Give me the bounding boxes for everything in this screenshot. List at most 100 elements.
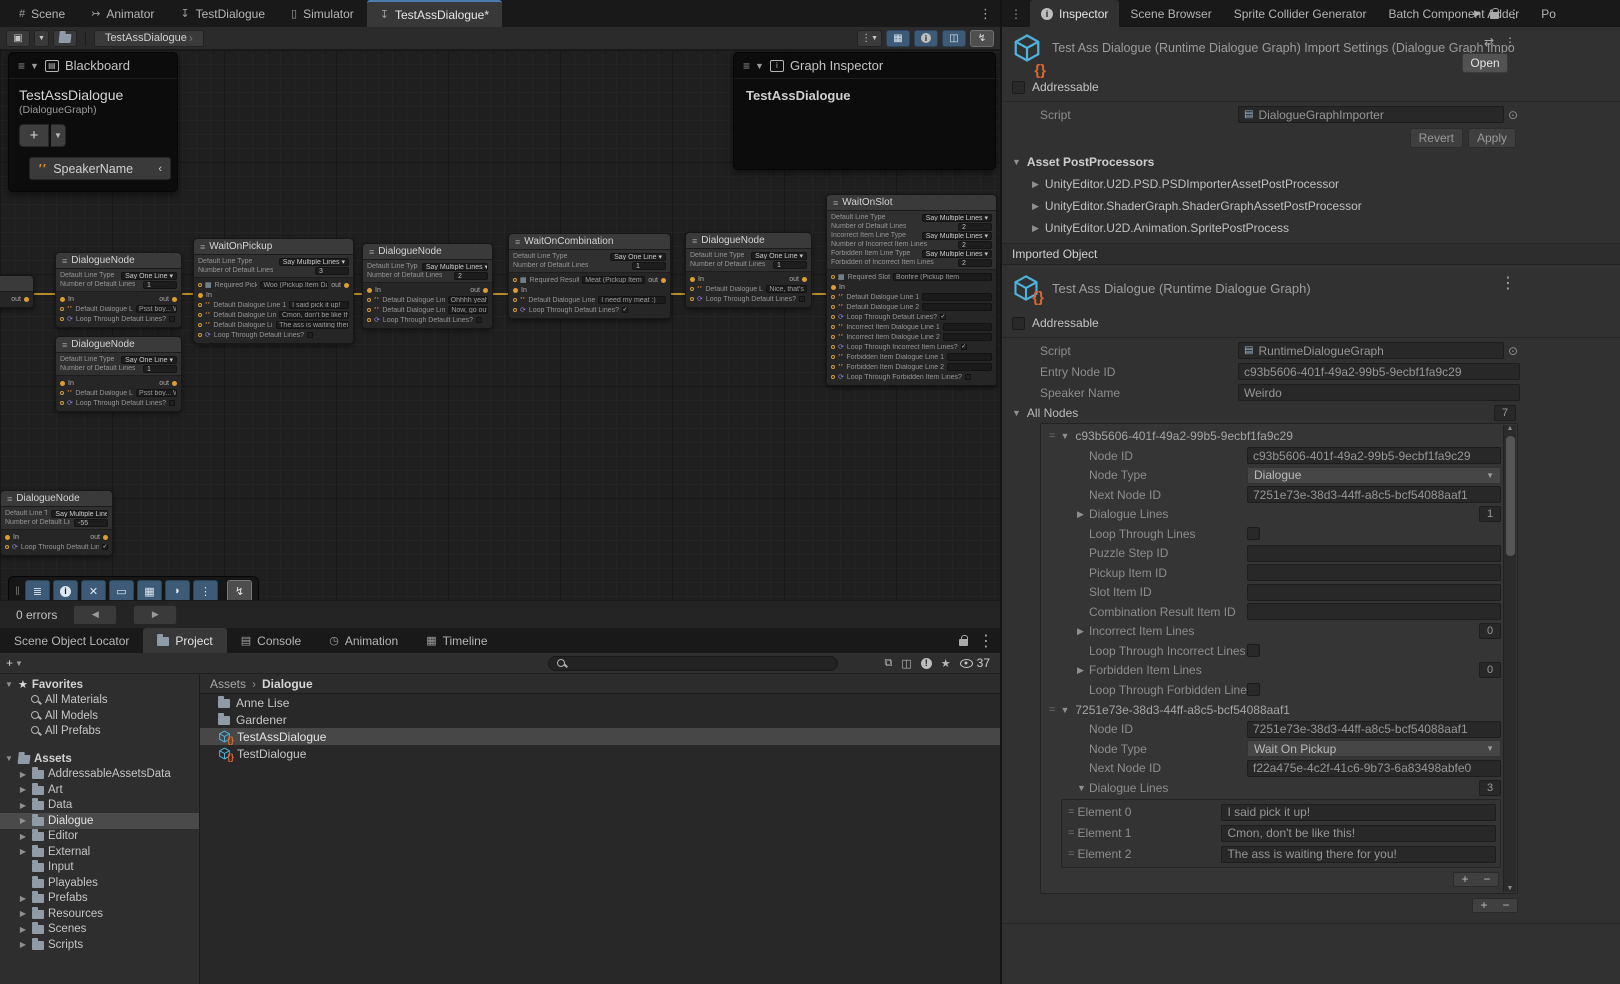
element-1-field[interactable]: Cmon, don't be like this! (1221, 825, 1496, 842)
caret-down-icon[interactable]: ▼ (1060, 431, 1069, 441)
window-menu-icon[interactable]: ⋮ (1002, 0, 1030, 27)
caret-right-icon[interactable]: ▶ (18, 909, 28, 918)
file-row-gardener[interactable]: Gardener (200, 711, 1000, 728)
output-port[interactable] (344, 283, 349, 288)
port-socket[interactable] (198, 333, 202, 337)
port-socket[interactable] (831, 295, 835, 299)
object-picker-icon[interactable]: ⊙ (1506, 344, 1520, 358)
file-row-testassdialogue[interactable]: {}TestAssDialogue (200, 728, 1000, 745)
port-socket[interactable] (831, 335, 835, 339)
next-error-button[interactable]: ▶ (133, 605, 177, 625)
node-entry-7251e73e[interactable]: =▼7251e73e-38d3-44ff-a8c5-bcf54088aaf1 (1043, 700, 1501, 720)
input-port[interactable] (5, 535, 10, 540)
caret-right-icon[interactable]: ▶ (18, 925, 28, 934)
prop-dropdown[interactable]: Say One Line ▾ (121, 356, 177, 364)
text-field[interactable]: Nice, that's it (766, 285, 807, 293)
speaker-name-field[interactable]: Weirdo (1238, 384, 1520, 401)
graph-node-waitoncombination[interactable]: ≡WaitOnCombinationDefault Line TypeSay O… (508, 233, 671, 319)
text-field[interactable]: Cmon, don't be like this! (279, 311, 349, 319)
port-socket[interactable] (60, 401, 64, 405)
port-socket[interactable] (60, 391, 64, 395)
port-socket[interactable] (831, 315, 835, 319)
save-button[interactable]: ▣ (6, 30, 30, 47)
kebab-icon[interactable]: ⋮ (1504, 35, 1516, 49)
prop-value[interactable]: 1 (143, 281, 177, 289)
port-socket[interactable] (513, 278, 517, 282)
port-socket[interactable] (831, 355, 835, 359)
tab-sprite-collider-generator[interactable]: Sprite Collider Generator (1223, 0, 1378, 27)
postprocessors-foldout[interactable]: ▼ Asset PostProcessors (1002, 151, 1620, 173)
pickup-item-id-field[interactable] (1247, 564, 1501, 581)
prop-dropdown[interactable]: Say Multiple Lines ▾ (922, 250, 992, 258)
lock-icon[interactable] (1490, 12, 1499, 19)
text-field[interactable]: I said pick it up! (289, 301, 349, 309)
doc-tab-animator[interactable]: ↣Animator (78, 0, 167, 27)
output-port[interactable] (24, 297, 29, 302)
project-breadcrumb[interactable]: Assets › Dialogue (200, 674, 1000, 694)
prop-value[interactable]: 2 (958, 259, 992, 267)
port-socket[interactable] (513, 308, 517, 312)
caret-right-icon[interactable]: ▶ (18, 894, 28, 903)
graph-node-startnode[interactable]: ≡StartNodeout (0, 275, 34, 308)
element-0-field[interactable]: I said pick it up! (1221, 804, 1496, 821)
tree-item-scripts[interactable]: ▶Scripts (0, 937, 199, 953)
window-button[interactable]: ▭ (109, 580, 134, 600)
all-nodes-foldout[interactable]: ▼ All Nodes 7 (1002, 403, 1620, 423)
input-port[interactable] (198, 293, 203, 298)
caret-down-icon[interactable]: ▼ (1077, 783, 1089, 793)
prop-value[interactable]: -55 (74, 519, 108, 527)
tab-animation[interactable]: ◷Animation (315, 628, 412, 653)
drag-handle-icon[interactable]: = (1049, 704, 1054, 716)
port-socket[interactable] (690, 287, 694, 291)
checkbox[interactable] (799, 296, 805, 302)
variable-speakername[interactable]: '' SpeakerName ‹ (29, 157, 171, 180)
caret-right-icon[interactable]: ▶ (18, 832, 28, 841)
prop-value[interactable]: 1 (773, 261, 807, 269)
caret-right-icon[interactable]: ▶ (1077, 665, 1089, 676)
port-socket[interactable] (367, 308, 371, 312)
graph-node-dialoguenode[interactable]: ≡DialogueNodeDefault Line TypeSay Multip… (0, 490, 113, 556)
list-scrollbar[interactable]: ▲ ▼ (1503, 425, 1516, 892)
checkbox[interactable]: ✓ (622, 307, 628, 313)
checkbox[interactable] (965, 374, 971, 380)
file-row-testdialogue[interactable]: {}TestDialogue (200, 745, 1000, 762)
addressable-checkbox[interactable] (1012, 317, 1025, 330)
loop-through-lines-checkbox[interactable] (1247, 527, 1260, 540)
graph-node-waitonslot[interactable]: ≡WaitOnSlotDefault Line TypeSay Multiple… (826, 194, 997, 386)
doc-tab-scene[interactable]: #Scene (6, 0, 78, 27)
postprocessor-unityeditor-u2d-animation-spritepostprocess[interactable]: ▶UnityEditor.U2D.Animation.SpritePostPro… (1002, 217, 1620, 239)
node-type-dropdown[interactable]: Wait On Pickup▼ (1247, 740, 1501, 757)
checkbox[interactable] (169, 316, 175, 322)
checkbox[interactable]: ✓ (961, 344, 967, 350)
toggle-minimap-button[interactable]: ▦ (886, 30, 910, 47)
script-field[interactable]: ▤RuntimeDialogueGraph (1238, 342, 1504, 359)
tab-scene-browser[interactable]: Scene Browser (1119, 0, 1222, 27)
caret-down-icon[interactable]: ▼ (4, 754, 14, 763)
caret-down-icon[interactable]: ▼ (1060, 705, 1069, 715)
output-port[interactable] (172, 381, 177, 386)
alert-icon[interactable]: ! (921, 658, 932, 669)
port-socket[interactable] (60, 317, 64, 321)
search-by-label-icon[interactable]: ◫ (901, 657, 911, 670)
lock-icon[interactable] (959, 639, 968, 646)
port-socket[interactable] (690, 297, 694, 301)
prop-dropdown[interactable]: Say Multiple Lines ▾ (279, 258, 349, 266)
blackboard-panel[interactable]: ≡ ▼ ▤ Blackboard TestAssDialogue (Dialog… (8, 52, 178, 192)
tab-timeline[interactable]: ▦Timeline (412, 628, 501, 653)
text-field[interactable]: I need my meat :) (598, 296, 666, 304)
tab-inspector[interactable]: iInspector (1030, 0, 1119, 27)
tree-item-editor[interactable]: ▶Editor (0, 829, 199, 845)
port-socket[interactable] (5, 545, 9, 549)
caret-down-icon[interactable]: ▼ (30, 61, 39, 71)
doc-tab-testassdialogue[interactable]: ↧TestAssDialogue* (367, 0, 502, 27)
graph-inspector-panel[interactable]: ≡ ▼ i Graph Inspector TestAssDialogue (733, 52, 996, 170)
port-socket[interactable] (198, 283, 202, 287)
prop-value[interactable]: 2 (958, 223, 992, 231)
addressable-checkbox[interactable] (1012, 81, 1025, 94)
text-field[interactable] (922, 303, 992, 311)
next-node-id-field[interactable]: 7251e73e-38d3-44ff-a8c5-bcf54088aaf1 (1247, 486, 1501, 503)
combination-result-item-id-field[interactable] (1247, 603, 1501, 620)
caret-down-icon[interactable]: ▼ (4, 680, 14, 689)
script-object-field[interactable]: ▤ DialogueGraphImporter (1238, 106, 1504, 123)
node-title[interactable]: ≡WaitOnCombination (509, 234, 670, 250)
